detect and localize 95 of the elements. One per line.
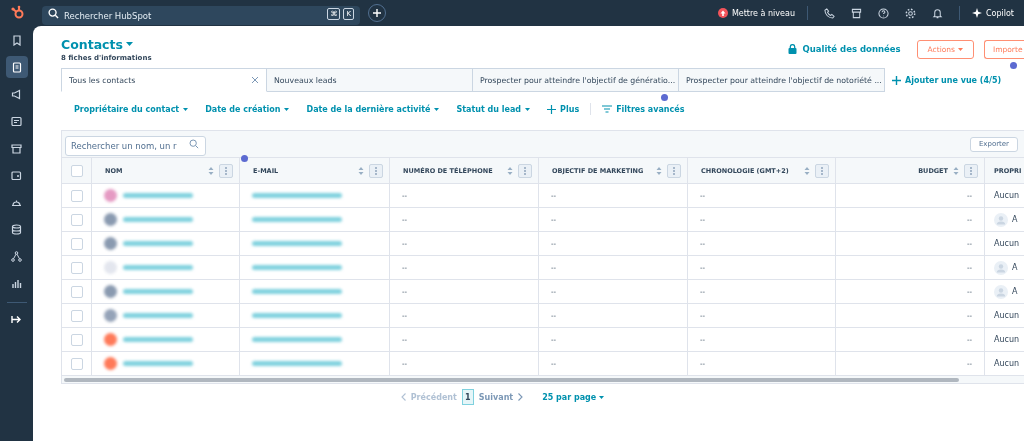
indicator-dot bbox=[241, 155, 248, 162]
redacted-name bbox=[123, 361, 193, 366]
filter-dropdown[interactable]: Statut du lead bbox=[456, 104, 531, 114]
upgrade-icon bbox=[717, 8, 728, 18]
copilot-button[interactable]: Copilot bbox=[971, 8, 1014, 18]
caret-icon bbox=[284, 107, 290, 111]
redacted-name bbox=[123, 217, 193, 222]
indicator-dot bbox=[661, 94, 668, 101]
notifications-icon[interactable] bbox=[931, 7, 943, 19]
row-checkbox[interactable] bbox=[70, 261, 83, 274]
column-menu-button[interactable] bbox=[667, 163, 681, 178]
sort-icon[interactable] bbox=[358, 165, 364, 176]
document-icon bbox=[11, 115, 22, 127]
redacted-name bbox=[123, 193, 193, 198]
owner-cell: Aucun bbox=[994, 359, 1020, 368]
redacted-name bbox=[123, 313, 193, 318]
user-avatar-icon bbox=[994, 284, 1008, 299]
owner-cell: A bbox=[1012, 287, 1018, 296]
page-title[interactable]: Contacts bbox=[61, 36, 133, 52]
megaphone-icon bbox=[11, 88, 22, 100]
sparkle-icon bbox=[971, 8, 982, 18]
caret-icon bbox=[434, 107, 440, 111]
upgrade-button[interactable]: Mettre à niveau bbox=[717, 8, 795, 18]
column-menu-button[interactable] bbox=[964, 163, 978, 178]
redacted-name bbox=[123, 289, 193, 294]
lock-icon bbox=[788, 44, 798, 54]
caret-icon bbox=[525, 107, 531, 111]
row-checkbox[interactable] bbox=[70, 333, 83, 346]
table-search-field[interactable]: Rechercher un nom, un r bbox=[65, 136, 206, 156]
plus-icon bbox=[892, 75, 901, 85]
caret-icon bbox=[599, 395, 605, 399]
redacted-name bbox=[123, 265, 193, 270]
user-avatar-icon bbox=[994, 212, 1008, 227]
plus-icon bbox=[372, 8, 382, 18]
row-checkbox[interactable] bbox=[70, 213, 83, 226]
sort-icon[interactable] bbox=[507, 165, 513, 176]
redacted-name bbox=[123, 241, 193, 246]
search-icon bbox=[189, 139, 199, 149]
column-menu-button[interactable] bbox=[518, 163, 532, 178]
logo-icon[interactable] bbox=[10, 5, 26, 21]
row-checkbox[interactable] bbox=[70, 285, 83, 298]
caret-icon bbox=[958, 47, 963, 51]
sidebar-item[interactable] bbox=[5, 56, 28, 78]
caret-icon bbox=[125, 42, 133, 46]
help-icon[interactable] bbox=[877, 7, 889, 19]
per-page-dropdown[interactable]: 25 par page bbox=[542, 392, 605, 402]
sort-icon[interactable] bbox=[953, 165, 959, 176]
page-number[interactable]: 1 bbox=[461, 389, 474, 405]
redacted-name bbox=[123, 337, 193, 342]
column-menu-button[interactable] bbox=[219, 163, 233, 178]
add-view-button[interactable]: Ajouter une vue (4/5) bbox=[885, 68, 1002, 92]
user-avatar-icon bbox=[994, 260, 1008, 275]
column-menu-button[interactable] bbox=[815, 163, 829, 178]
network-icon bbox=[11, 250, 22, 262]
chevron-left-icon bbox=[400, 393, 406, 401]
owner-cell: Aucun bbox=[994, 311, 1020, 320]
select-all-checkbox[interactable] bbox=[70, 164, 83, 177]
chevron-right-icon bbox=[518, 393, 524, 401]
owner-cell: Aucun bbox=[994, 191, 1020, 200]
phone-icon[interactable] bbox=[823, 7, 835, 19]
filter-dropdown[interactable]: Propriétaire du contact bbox=[74, 104, 189, 114]
filter-icon bbox=[602, 105, 613, 113]
row-checkbox[interactable] bbox=[70, 309, 83, 322]
store-icon bbox=[11, 142, 22, 154]
filter-dropdown[interactable]: Date de création bbox=[205, 104, 290, 114]
bar-chart-icon bbox=[11, 277, 22, 289]
close-icon[interactable] bbox=[251, 76, 259, 84]
expand-arrow-icon[interactable] bbox=[11, 315, 22, 324]
row-checkbox[interactable] bbox=[70, 237, 83, 250]
sort-icon[interactable] bbox=[656, 165, 662, 176]
caret-icon bbox=[183, 107, 189, 111]
wallet-icon bbox=[11, 169, 22, 181]
row-checkbox[interactable] bbox=[70, 357, 83, 370]
next-page-button[interactable]: Suivant bbox=[478, 392, 524, 402]
settings-icon[interactable] bbox=[904, 7, 916, 19]
indicator-dot bbox=[1010, 62, 1017, 69]
advanced-filters-button[interactable]: Filtres avancés bbox=[602, 104, 685, 114]
owner-cell: A bbox=[1012, 263, 1018, 272]
store-icon[interactable] bbox=[850, 7, 862, 19]
plus-icon bbox=[547, 104, 557, 114]
search-icon bbox=[48, 7, 59, 19]
sort-icon[interactable] bbox=[208, 165, 214, 176]
database-icon bbox=[11, 223, 22, 235]
row-checkbox[interactable] bbox=[70, 189, 83, 202]
data-quality-link[interactable]: Qualité des données bbox=[788, 44, 901, 54]
owner-cell: Aucun bbox=[994, 239, 1020, 248]
scrollbar-thumb[interactable] bbox=[64, 377, 959, 382]
sort-icon[interactable] bbox=[804, 165, 810, 176]
filter-dropdown[interactable]: Date de la dernière activité bbox=[306, 104, 440, 114]
more-filters-button[interactable]: Plus bbox=[547, 104, 580, 114]
bookmark-icon bbox=[11, 34, 22, 46]
owner-cell: Aucun bbox=[994, 335, 1020, 344]
contacts-icon bbox=[11, 61, 22, 73]
column-menu-button[interactable] bbox=[369, 163, 383, 178]
owner-cell: A bbox=[1012, 215, 1018, 224]
